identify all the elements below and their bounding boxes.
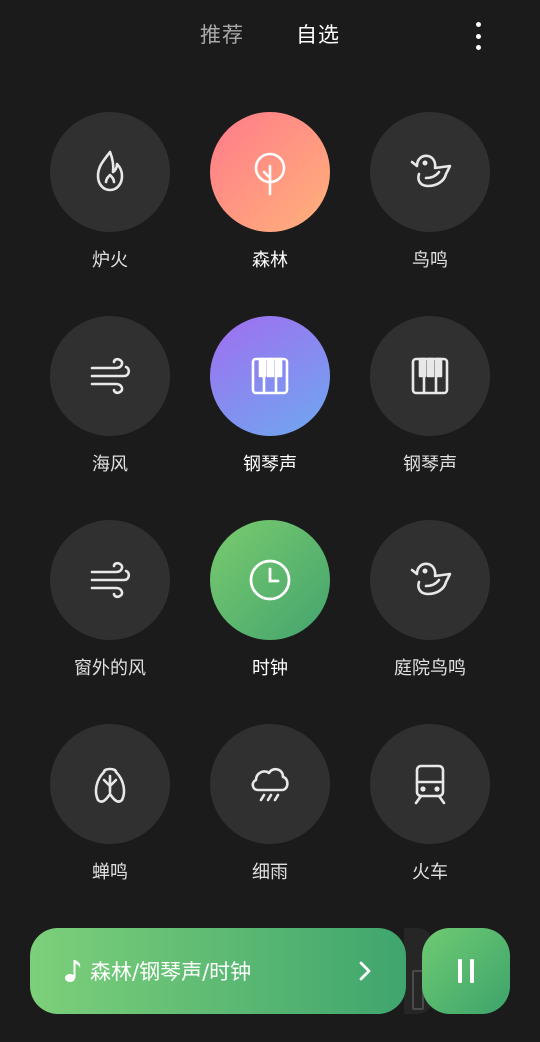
chevron-right-icon: [359, 961, 371, 981]
piano-icon: [411, 357, 449, 395]
pause-button[interactable]: [422, 928, 510, 1014]
sound-label: 钢琴声: [403, 454, 457, 475]
rain-cloud-icon: [251, 767, 289, 802]
tab-recommend[interactable]: 推荐: [200, 18, 244, 52]
sound-label: 窗外的风: [74, 658, 146, 679]
sound-item-fire[interactable]: 炉火: [30, 112, 190, 302]
sound-circle[interactable]: [370, 724, 490, 844]
sound-label: 时钟: [252, 658, 288, 679]
wind-icon: [90, 561, 131, 599]
sound-item-sea-wind[interactable]: 海风: [30, 316, 190, 506]
sound-item-train[interactable]: 火车: [350, 724, 510, 914]
sound-circle-active[interactable]: [210, 112, 330, 232]
sound-label: 森林: [252, 250, 288, 271]
sound-circle-active[interactable]: [210, 316, 330, 436]
sound-item-courtyard-birds[interactable]: 庭院鸟鸣: [350, 520, 510, 710]
tree-icon: [254, 152, 286, 196]
sound-label: 火车: [412, 862, 448, 883]
music-note-icon: [65, 960, 81, 982]
sound-label: 庭院鸟鸣: [394, 658, 466, 679]
app-screen: 推荐 自选 炉火 森林 鸟鸣 海风 钢琴声 钢琴声 窗外的风 时钟 庭院鸟鸣 蝉…: [0, 0, 540, 1042]
sound-circle[interactable]: [370, 112, 490, 232]
top-tabs: 推荐 自选: [0, 18, 540, 52]
sound-circle-active[interactable]: [210, 520, 330, 640]
sound-label: 鸟鸣: [412, 250, 448, 271]
sound-label: 蝉鸣: [92, 862, 128, 883]
sound-circle[interactable]: [370, 316, 490, 436]
clock-icon: [249, 559, 291, 601]
sound-item-clock[interactable]: 时钟: [190, 520, 350, 710]
pause-icon: [458, 959, 474, 983]
sound-circle[interactable]: [370, 520, 490, 640]
sound-circle[interactable]: [50, 520, 170, 640]
sound-item-birds[interactable]: 鸟鸣: [350, 112, 510, 302]
sound-label: 钢琴声: [243, 454, 297, 475]
sound-circle[interactable]: [50, 724, 170, 844]
piano-icon: [251, 357, 289, 395]
now-playing-text: 森林/钢琴声/时钟: [90, 960, 252, 984]
sound-item-window-wind[interactable]: 窗外的风: [30, 520, 190, 710]
sound-label: 炉火: [92, 250, 128, 271]
bird-icon: [410, 562, 452, 596]
sound-item-cicada[interactable]: 蝉鸣: [30, 724, 190, 914]
tab-custom[interactable]: 自选: [296, 18, 340, 52]
sound-circle[interactable]: [210, 724, 330, 844]
sound-item-piano-active[interactable]: 钢琴声: [190, 316, 350, 506]
sound-item-forest[interactable]: 森林: [190, 112, 350, 302]
cicada-icon: [94, 767, 126, 803]
sound-label: 细雨: [252, 862, 288, 883]
wind-icon: [90, 357, 131, 395]
sound-circle[interactable]: [50, 316, 170, 436]
bird-icon: [410, 154, 452, 188]
now-playing-bar[interactable]: 森林/钢琴声/时钟: [30, 928, 406, 1014]
sound-item-drizzle[interactable]: 细雨: [190, 724, 350, 914]
train-icon: [414, 764, 446, 805]
sound-label: 海风: [92, 454, 128, 475]
flame-icon: [96, 150, 124, 192]
sound-item-piano[interactable]: 钢琴声: [350, 316, 510, 506]
more-vertical-icon[interactable]: [466, 22, 490, 50]
sound-circle[interactable]: [50, 112, 170, 232]
